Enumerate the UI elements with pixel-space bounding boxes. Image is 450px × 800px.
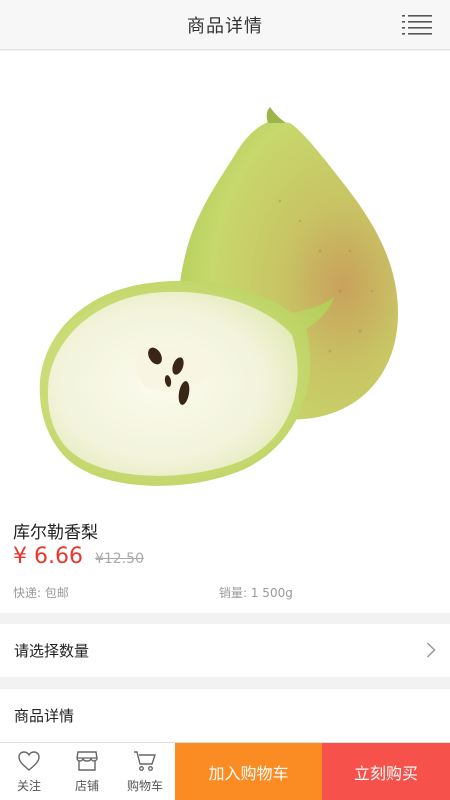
pear-photo [39, 107, 398, 486]
select-quantity-row[interactable]: 请选择数量 [0, 624, 450, 677]
product-name: 库尔勒香梨 [13, 523, 98, 543]
shipping-info: 快递: 包邮 [13, 586, 69, 600]
price-row: ¥ 6.66 ¥12.50 [13, 544, 144, 569]
cart-icon [134, 751, 156, 771]
product-details-label: 商品详情 [14, 707, 75, 725]
follow-button[interactable]: 关注 [0, 743, 58, 800]
follow-label: 关注 [16, 779, 41, 793]
store-button[interactable]: 店铺 [58, 743, 116, 800]
buy-now-button[interactable]: 立刻购买 [322, 743, 450, 800]
current-price: ¥ 6.66 [13, 544, 83, 569]
list-menu-icon[interactable] [402, 14, 432, 36]
store-label: 店铺 [74, 779, 99, 793]
select-quantity-label: 请选择数量 [14, 642, 90, 660]
sales-info: 销量: 1 500g [219, 586, 293, 600]
cart-button[interactable]: 购物车 [116, 743, 174, 800]
product-image [0, 51, 450, 506]
top-bar: 商品详情 [0, 0, 450, 50]
page-title: 商品详情 [187, 15, 263, 37]
product-details-section: 商品详情 [0, 689, 450, 742]
original-price: ¥12.50 [94, 551, 144, 567]
product-info: 库尔勒香梨 ¥ 6.66 ¥12.50 快递: 包邮 销量: 1 500g [0, 506, 450, 613]
heart-icon [18, 751, 40, 771]
chevron-right-icon [426, 642, 436, 658]
cart-label: 购物车 [126, 779, 163, 793]
add-to-cart-button[interactable]: 加入购物车 [175, 743, 322, 800]
store-icon [76, 751, 98, 771]
bottom-action-bar: 关注 店铺 购物车 加入购物车 立刻购买 [0, 742, 450, 800]
